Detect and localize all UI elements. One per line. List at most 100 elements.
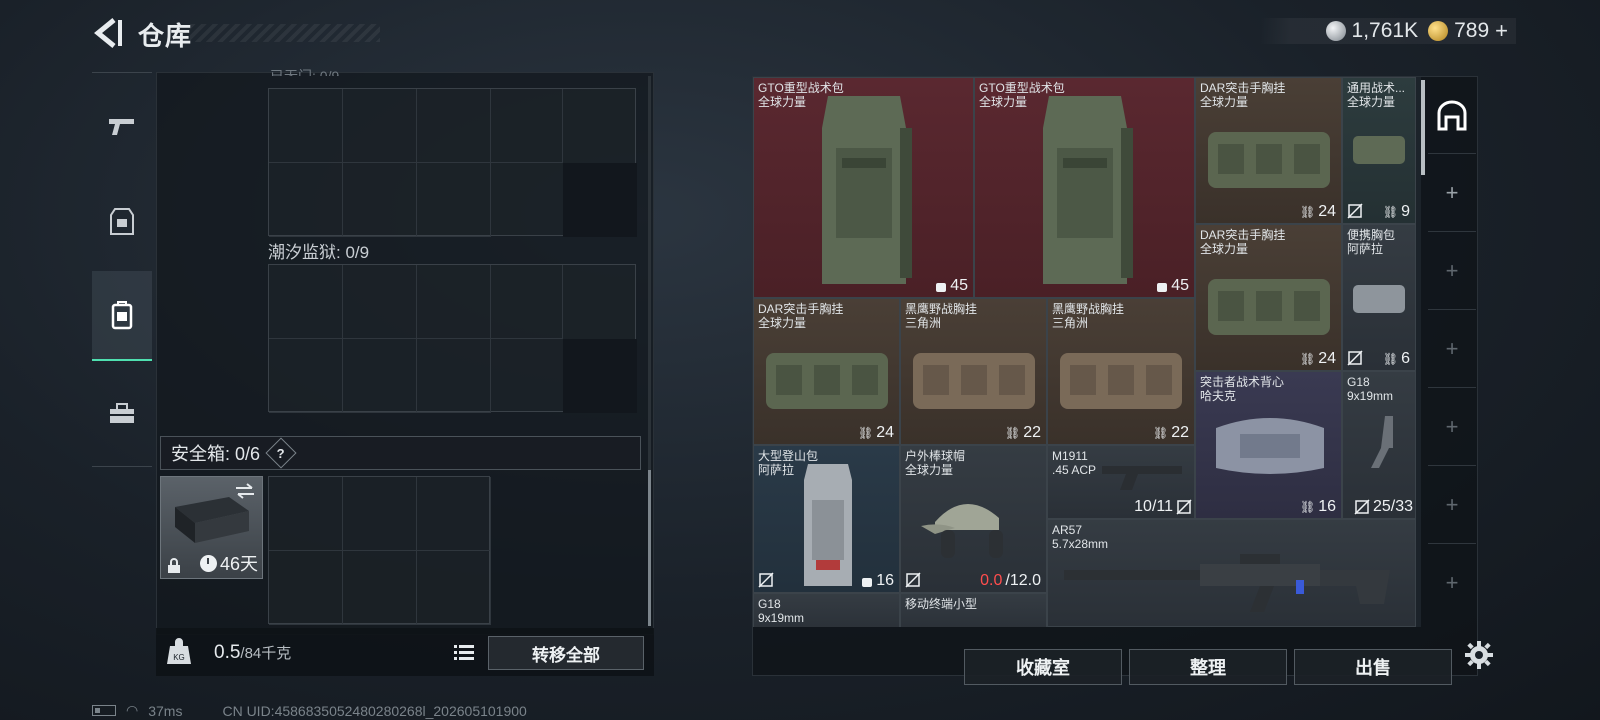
item-count: ⛓ 16 (1299, 498, 1336, 515)
item-count: ⛓ 22 (1152, 424, 1189, 441)
stash-item[interactable]: 通用战术... 全球力量 ⛓ 9 (1342, 77, 1416, 224)
item-name: G18 9x19mm (1347, 375, 1394, 403)
safe-box-item[interactable]: 46天 (160, 476, 263, 579)
plus-icon: + (1445, 335, 1459, 361)
sidebar-item-armor[interactable] (92, 177, 152, 267)
title-decoration (190, 24, 380, 42)
settings-button[interactable] (1464, 640, 1494, 675)
tab-add-4[interactable]: + (1428, 388, 1476, 466)
no-insure-icon (1354, 499, 1370, 515)
sidebar-item-toolbox[interactable] (92, 369, 152, 459)
stash-item[interactable]: M1911 .45 ACP 10/11 (1047, 445, 1195, 519)
tab-add-6[interactable]: + (1428, 544, 1476, 622)
backpack-image (804, 464, 852, 586)
stash-item[interactable]: G18 9x19mm 25/33 (1342, 371, 1416, 519)
collection-room-button[interactable]: 收藏室 (964, 649, 1122, 685)
list-view-button[interactable] (450, 638, 478, 666)
stash-item[interactable]: DAR突击手胸挂 全球力量 ⛓ 24 (1195, 77, 1342, 224)
weight-icon: KG (167, 638, 191, 664)
wifi-icon: ◠ (126, 702, 139, 718)
rifle-image (1064, 554, 1390, 612)
tide-prison-label: 潮汐监狱: 0/9 (268, 243, 370, 262)
item-count: 25/33 (1354, 498, 1413, 516)
stash-item[interactable]: 大型登山包 阿萨拉 16 (753, 445, 900, 593)
item-count: 16 (861, 572, 894, 590)
tab-add-3[interactable]: + (1428, 310, 1476, 388)
vest-image (1216, 418, 1324, 474)
add-currency-button[interactable]: + (1495, 18, 1508, 44)
sidebar-item-weapons[interactable] (92, 81, 152, 171)
item-count-value: 25/33 (1372, 498, 1413, 515)
tab-add-5[interactable]: + (1428, 466, 1476, 544)
sell-button[interactable]: 出售 (1294, 649, 1452, 685)
toolbox-icon (110, 403, 134, 423)
organize-button[interactable]: 整理 (1129, 649, 1287, 685)
stash-item[interactable]: 突击者战术背心 哈夫克 ⛓ 16 (1195, 371, 1342, 519)
stash-item[interactable]: 黑鹰野战胸挂 三角洲 ⛓ 22 (900, 298, 1047, 445)
stash-item[interactable]: AR57 5.7x28mm (1047, 519, 1416, 627)
ping-value: 37ms (148, 702, 183, 719)
plus-icon: + (1445, 257, 1459, 283)
no-insure-icon (905, 572, 921, 588)
pistol-icon (109, 119, 134, 135)
stash-item[interactable]: GTO重型战术包 全球力量 45 (974, 77, 1195, 298)
item-count-value: 6 (1401, 350, 1410, 367)
tab-add-2[interactable]: + (1428, 232, 1476, 310)
swap-icon[interactable] (234, 483, 256, 499)
safe-box-grid[interactable] (268, 476, 491, 625)
stash-grid: GTO重型战术包 全球力量 45 GTO重型战术包 全球力量 45 DAR突击手… (753, 77, 1421, 627)
item-count: ⛓ 22 (1004, 424, 1041, 441)
stash-item[interactable]: DAR突击手胸挂 全球力量 ⛓ 24 (1195, 224, 1342, 371)
safe-days-value: 46天 (219, 554, 258, 574)
tide-prison-grid[interactable] (268, 264, 637, 413)
item-name: 通用战术... 全球力量 (1347, 81, 1406, 109)
stash-item[interactable]: G18 9x19mm (753, 593, 900, 627)
container-label-top: 已无门: 0/9 (270, 68, 340, 76)
item-count-value: 22 (1171, 424, 1189, 441)
back-arrow-icon[interactable] (90, 16, 126, 50)
help-icon[interactable]: ? (265, 437, 297, 469)
no-insure-icon (1347, 350, 1363, 366)
warehouse-icon (1437, 100, 1467, 130)
item-count: 10/11 (1134, 498, 1192, 516)
left-scrollbar-thumb[interactable] (648, 470, 651, 626)
backpack-image (822, 96, 912, 284)
chest-rig-image (1208, 132, 1330, 188)
backpack-image (1043, 96, 1133, 284)
stash-item[interactable]: 黑鹰野战胸挂 三角洲 ⛓ 22 (1047, 298, 1195, 445)
transfer-all-button[interactable]: 转移全部 (488, 636, 644, 670)
no-insure-icon (758, 572, 774, 588)
clock-icon (199, 554, 217, 572)
tab-warehouse-main[interactable] (1428, 76, 1476, 154)
stash-item[interactable]: 户外棒球帽 全球力量 0.0/12.0 (900, 445, 1047, 593)
item-count-value: 45 (1171, 277, 1189, 294)
item-count: ⛓ 24 (1299, 350, 1336, 367)
sidebar-item-backpack[interactable] (92, 271, 152, 361)
stash-item[interactable]: DAR突击手胸挂 全球力量 ⛓ 24 (753, 298, 900, 445)
durability: 0.0/12.0 (980, 572, 1041, 590)
durability-max: /12.0 (1005, 572, 1041, 589)
chest-rig-image (913, 353, 1035, 409)
plus-icon: + (1445, 179, 1459, 205)
item-count: ⛓ 24 (1299, 203, 1336, 220)
stash-item[interactable]: 移动终端小型 (900, 593, 1047, 627)
silver-coin-icon (1325, 21, 1346, 41)
item-count-value: 45 (950, 277, 968, 294)
battery-icon (92, 705, 116, 716)
category-sidebar (92, 72, 152, 467)
container-grid-top[interactable] (268, 88, 637, 237)
safe-box-header: 安全箱: 0/6 ? (160, 436, 641, 470)
uid-text: CN UID:4586835052480280268l_202605101900 (222, 702, 527, 719)
tab-add-1[interactable]: + (1428, 154, 1476, 232)
stash-item[interactable]: GTO重型战术包 全球力量 45 (753, 77, 974, 298)
stash-item[interactable]: 便携胸包 阿萨拉 ⛓ 6 (1342, 224, 1416, 371)
item-name: 便携胸包 阿萨拉 (1347, 228, 1396, 256)
lock-icon (168, 558, 180, 573)
item-count-value: 24 (876, 424, 894, 441)
gold-coin-icon (1428, 21, 1449, 41)
gold-currency[interactable]: 789 + (1428, 18, 1508, 44)
item-name: DAR突击手胸挂 全球力量 (1200, 81, 1286, 109)
safe-case-icon (175, 497, 249, 543)
stash-scrollbar-thumb[interactable] (1421, 80, 1425, 175)
plus-icon: + (1445, 570, 1459, 595)
